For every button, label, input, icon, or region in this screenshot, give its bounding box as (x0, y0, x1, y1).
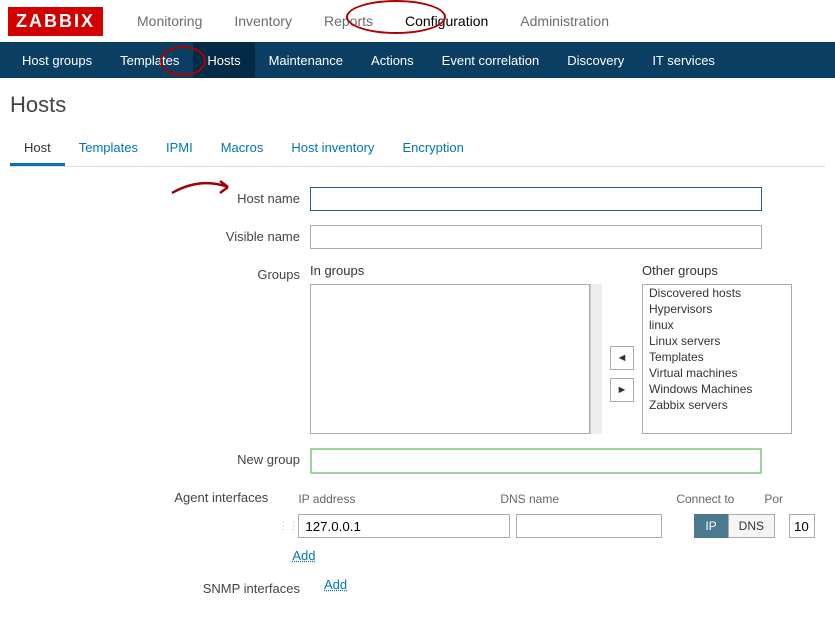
col-connect-to: Connect to (676, 492, 764, 506)
list-item[interactable]: Discovered hosts (643, 285, 791, 301)
tabs: Host Templates IPMI Macros Host inventor… (10, 132, 825, 167)
tab-ipmi[interactable]: IPMI (152, 132, 207, 166)
tab-host[interactable]: Host (10, 132, 65, 166)
label-snmp-interfaces: SNMP interfaces (20, 577, 310, 596)
sub-nav: Host groups Templates Hosts Maintenance … (0, 42, 835, 78)
tab-host-inventory[interactable]: Host inventory (277, 132, 388, 166)
page-title: Hosts (0, 78, 835, 132)
move-right-button[interactable]: ► (610, 378, 634, 402)
nav-administration[interactable]: Administration (504, 13, 625, 29)
list-item[interactable]: Templates (643, 349, 791, 365)
nav-inventory[interactable]: Inventory (218, 13, 308, 29)
list-item[interactable]: Hypervisors (643, 301, 791, 317)
label-groups: Groups (20, 263, 310, 282)
tab-templates[interactable]: Templates (65, 132, 152, 166)
label-other-groups: Other groups (642, 263, 792, 278)
label-in-groups: In groups (310, 263, 602, 278)
label-agent-interfaces: Agent interfaces (20, 488, 278, 505)
nav-reports[interactable]: Reports (308, 13, 389, 29)
nav-configuration[interactable]: Configuration (389, 13, 504, 29)
dns-name-input[interactable] (516, 514, 662, 538)
subnav-actions[interactable]: Actions (357, 42, 428, 78)
subnav-templates[interactable]: Templates (106, 42, 193, 78)
subnav-host-groups[interactable]: Host groups (8, 42, 106, 78)
subnav-discovery[interactable]: Discovery (553, 42, 638, 78)
top-nav: Monitoring Inventory Reports Configurati… (121, 13, 625, 29)
subnav-event-correlation[interactable]: Event correlation (428, 42, 554, 78)
add-agent-interface-link[interactable]: Add (292, 548, 315, 563)
new-group-input[interactable] (310, 448, 762, 474)
connect-ip-toggle[interactable]: IP (694, 514, 727, 538)
add-snmp-interface-link[interactable]: Add (324, 577, 347, 592)
subnav-maintenance[interactable]: Maintenance (255, 42, 357, 78)
visible-name-input[interactable] (310, 225, 762, 249)
scrollbar[interactable] (590, 284, 602, 434)
col-port: Por (764, 492, 804, 506)
tab-macros[interactable]: Macros (207, 132, 278, 166)
subnav-it-services[interactable]: IT services (638, 42, 729, 78)
label-host-name: Host name (20, 187, 310, 206)
list-item[interactable]: linux (643, 317, 791, 333)
ip-address-input[interactable] (298, 514, 510, 538)
in-groups-list[interactable] (310, 284, 590, 434)
list-item[interactable]: Windows Machines (643, 381, 791, 397)
label-new-group: New group (20, 448, 310, 467)
other-groups-list[interactable]: Discovered hosts Hypervisors linux Linux… (642, 284, 792, 434)
connect-dns-toggle[interactable]: DNS (728, 514, 775, 538)
host-name-input[interactable] (310, 187, 762, 211)
list-item[interactable]: Zabbix servers (643, 397, 791, 413)
drag-handle-icon[interactable]: ⋮⋮ (278, 525, 292, 528)
list-item[interactable]: Linux servers (643, 333, 791, 349)
tab-encryption[interactable]: Encryption (388, 132, 477, 166)
move-left-button[interactable]: ◄ (610, 346, 634, 370)
subnav-hosts[interactable]: Hosts (193, 42, 254, 78)
nav-monitoring[interactable]: Monitoring (121, 13, 218, 29)
port-input[interactable] (789, 514, 815, 538)
list-item[interactable]: Virtual machines (643, 365, 791, 381)
logo: ZABBIX (8, 7, 103, 36)
col-ip-address: IP address (278, 492, 500, 506)
col-dns-name: DNS name (500, 492, 650, 506)
label-visible-name: Visible name (20, 225, 310, 244)
